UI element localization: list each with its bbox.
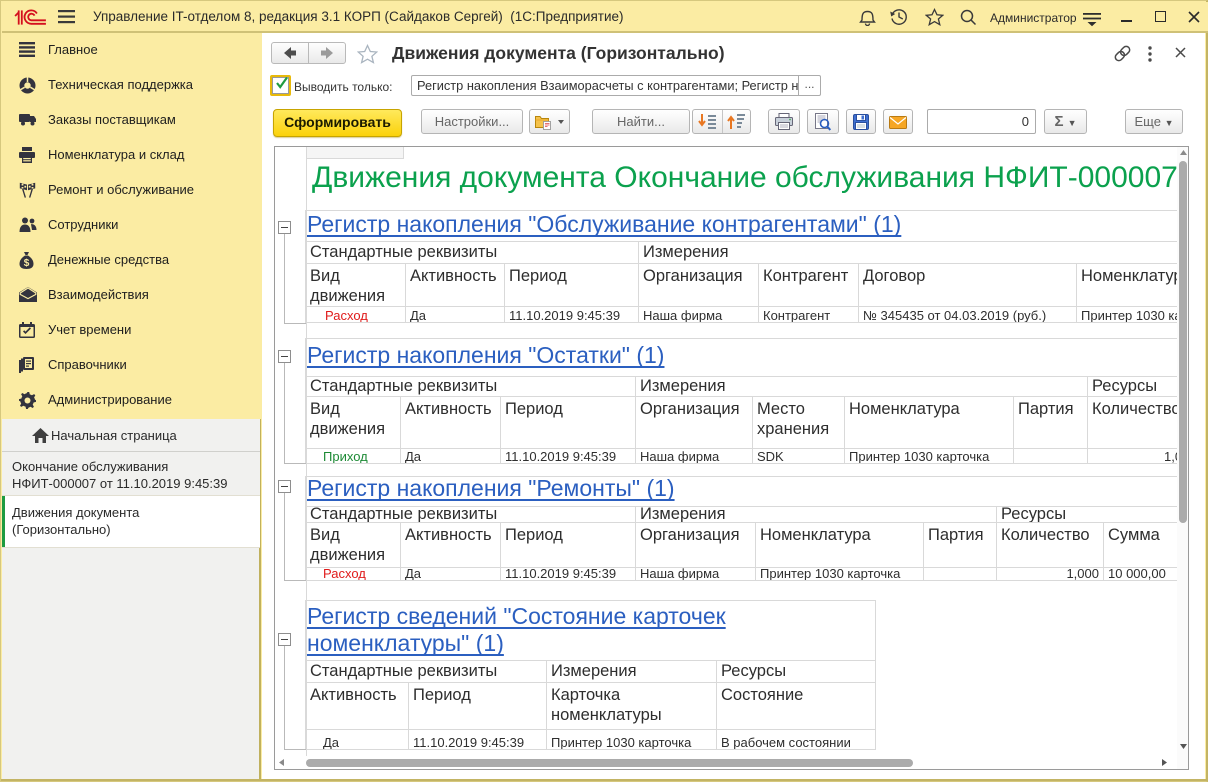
svg-text:$: $ (24, 258, 30, 269)
